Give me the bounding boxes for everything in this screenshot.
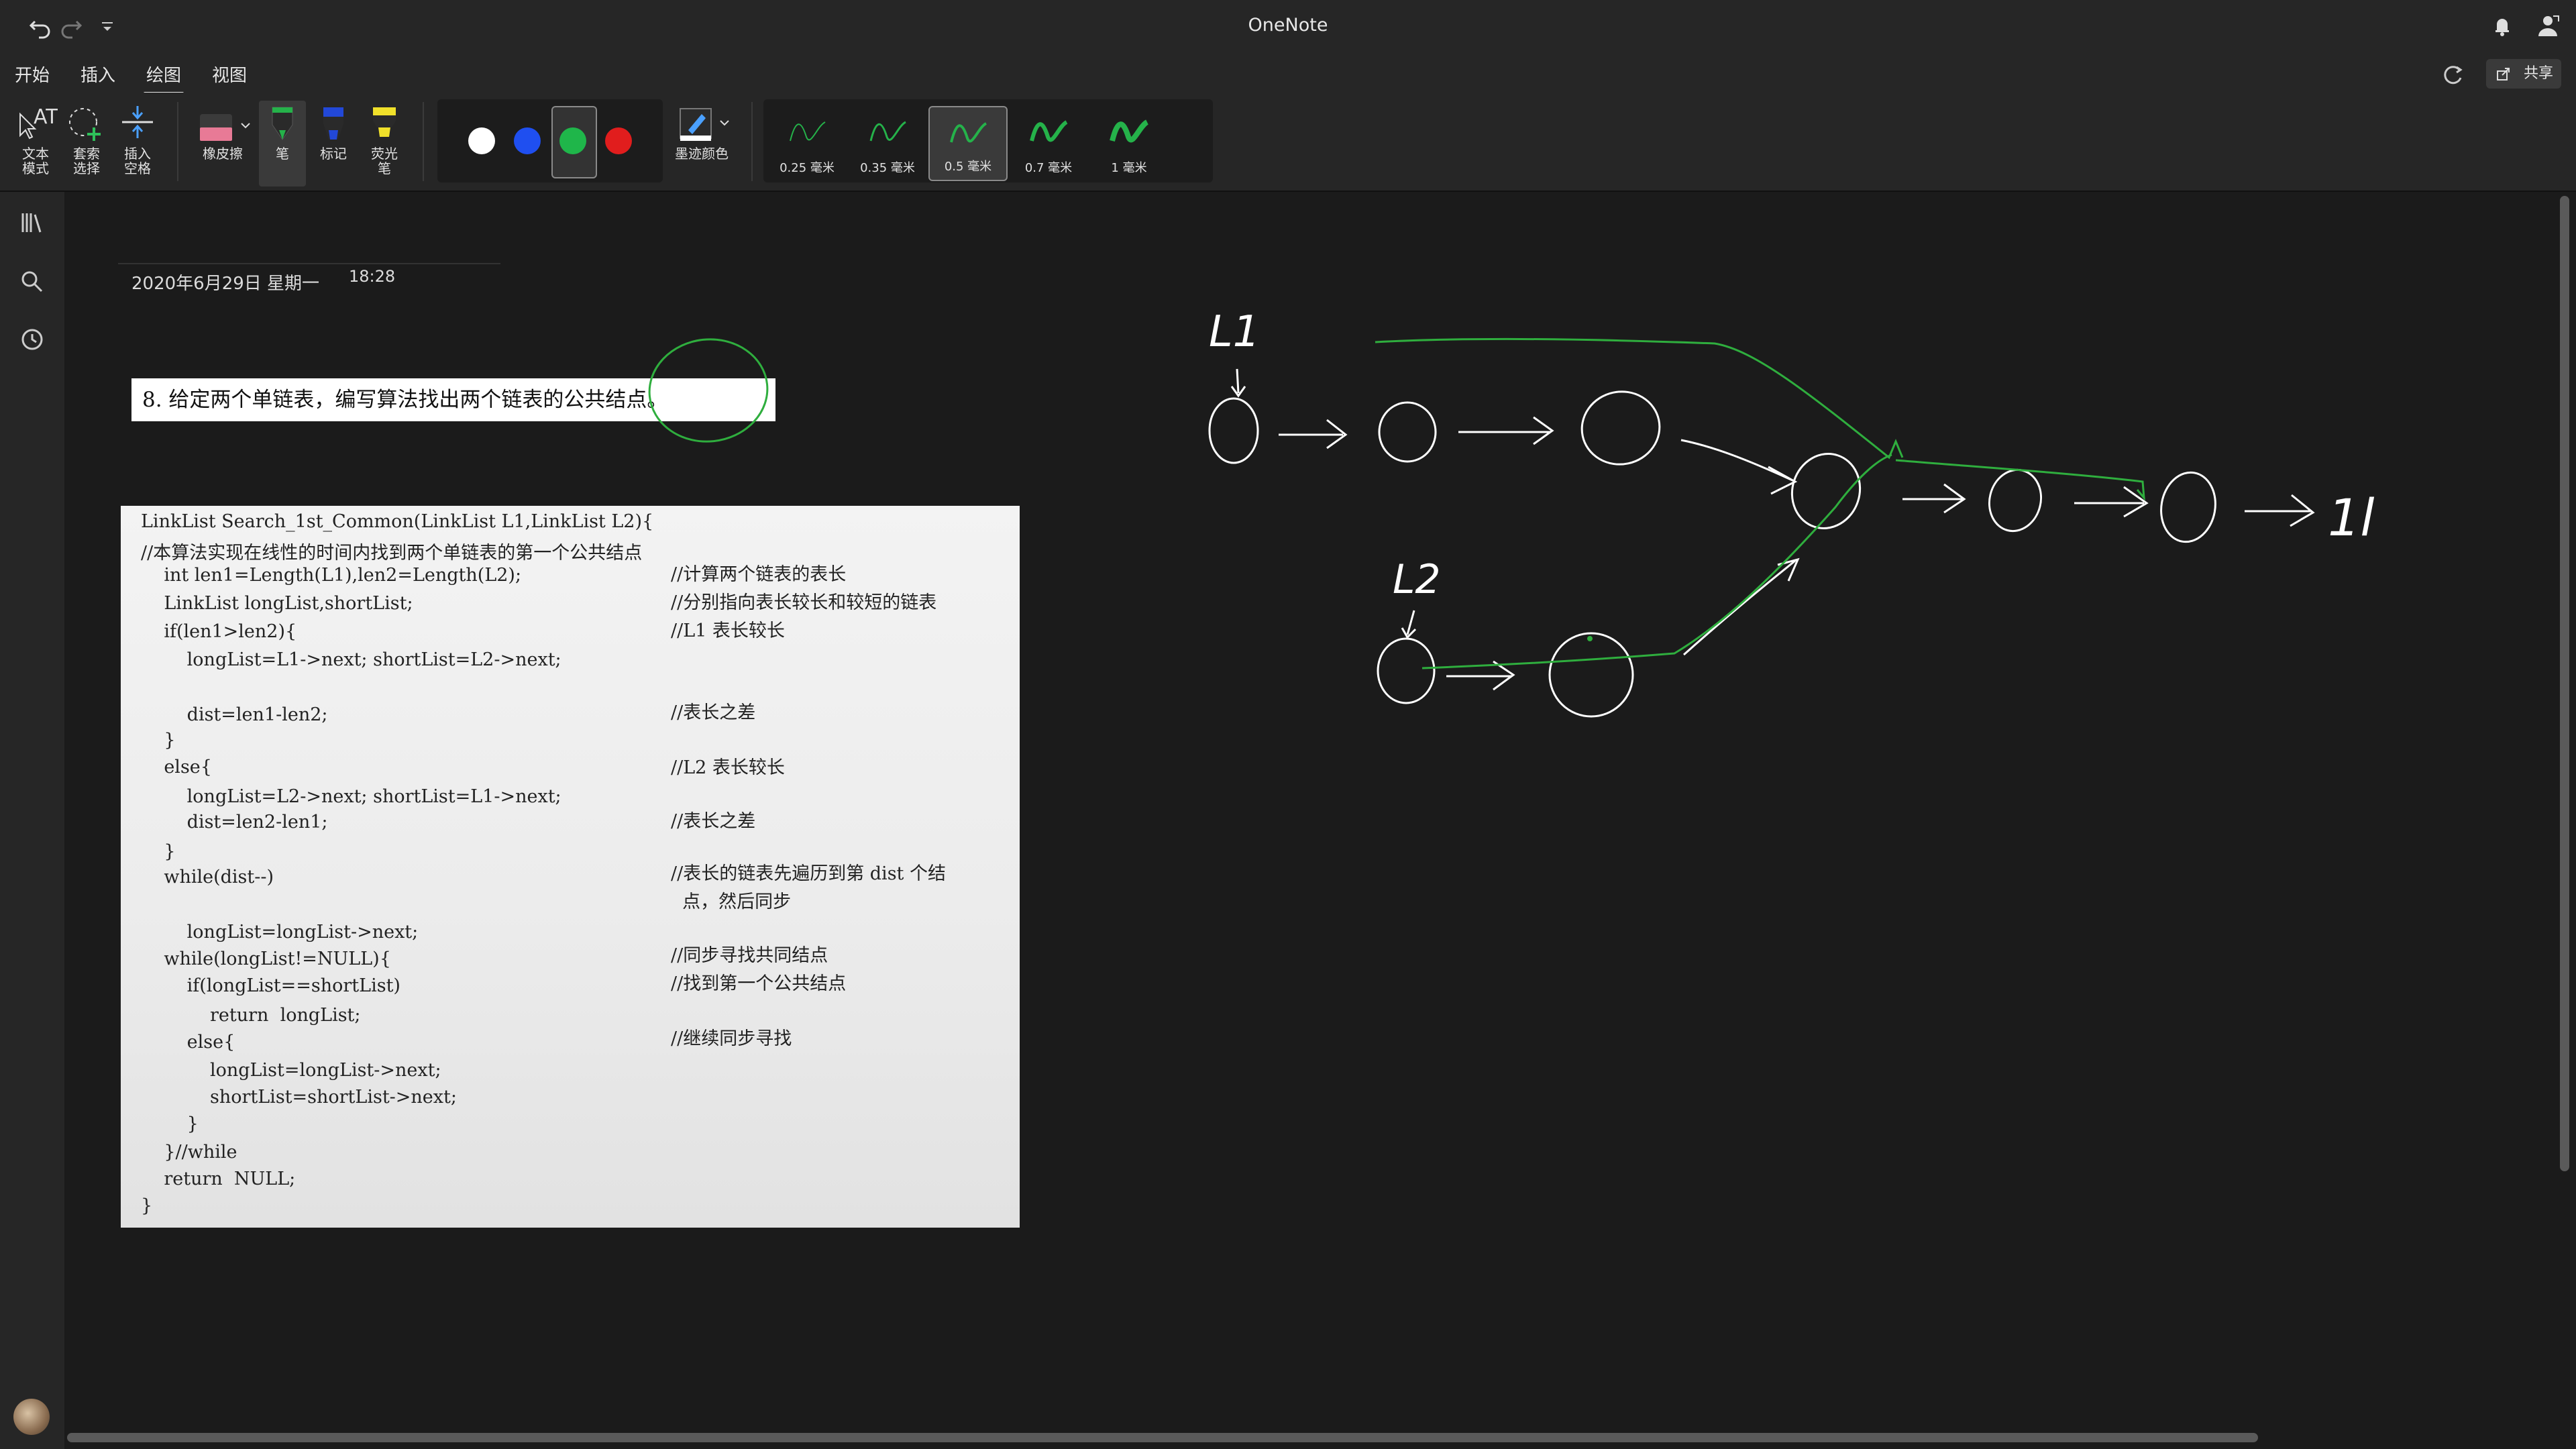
pen-icon (272, 107, 293, 140)
marker-button[interactable]: 标记 (310, 101, 357, 186)
thickness-palette: 0.25 毫米 0.35 毫米 0.5 毫米 0.7 毫米 1 毫米 (763, 99, 1213, 182)
color-red[interactable] (605, 127, 632, 154)
ink-node (2160, 471, 2216, 543)
eraser-button[interactable]: 橡皮擦 (192, 101, 254, 186)
ribbon-divider (751, 102, 753, 181)
ribbon-divider (177, 102, 178, 181)
insert-space-button[interactable]: 插入 空格 (114, 101, 161, 186)
squiggle-icon (1110, 119, 1149, 143)
ribbon-tab-bar: 开始 插入 绘图 视图 共享 (0, 51, 2576, 95)
note-canvas[interactable]: 2020年6月29日 星期一 18:28 8. 给定两个单链表，编写算法找出两个… (64, 192, 2576, 1449)
ribbon-divider (423, 102, 424, 181)
ink-color-icon (680, 108, 729, 141)
color-blue[interactable] (514, 127, 541, 154)
tab-view[interactable]: 视图 (212, 62, 247, 87)
ink-green-path-shared (1895, 459, 2145, 501)
thickness-label: 0.5 毫米 (944, 160, 992, 174)
ink-arrow (2074, 486, 2149, 518)
ink-arrow (2245, 494, 2315, 527)
insert-space-label: 插入 空格 (124, 146, 151, 176)
text-mode-icon: AT (19, 105, 58, 140)
thickness-label: 0.7 毫米 (1024, 161, 1073, 175)
ink-node (1548, 632, 1634, 718)
ink-node (1580, 390, 1661, 466)
ink-null-label: 1l (2328, 488, 2374, 547)
squiggle-icon (869, 121, 906, 142)
tab-insert[interactable]: 插入 (80, 62, 115, 87)
bell-icon[interactable] (2487, 11, 2517, 40)
text-mode-label: 文本 模式 (22, 146, 49, 176)
highlighter-button[interactable]: 荧光 笔 (361, 101, 408, 186)
highlighter-label: 荧光 笔 (371, 146, 398, 176)
notebooks-icon[interactable] (16, 207, 48, 239)
ink-color-button[interactable]: 墨迹颜色 (668, 101, 735, 186)
share-icon (2497, 68, 2510, 80)
thickness-05[interactable]: 0.5 毫米 (928, 106, 1008, 181)
highlighter-icon (373, 107, 396, 137)
thickness-1[interactable]: 1 毫米 (1089, 106, 1169, 181)
thickness-label: 0.25 毫米 (780, 161, 835, 175)
ink-arrow (1458, 416, 1554, 445)
ink-node (1988, 468, 2043, 533)
app-title: OneNote (1248, 15, 1328, 36)
ink-arrow (1680, 439, 1798, 495)
ink-node (1790, 453, 1862, 529)
marker-icon (323, 107, 343, 140)
squiggle-icon (790, 121, 826, 142)
ink-color-label: 墨迹颜色 (675, 146, 729, 162)
color-green[interactable] (559, 127, 586, 154)
lasso-select-button[interactable]: 套索 选择 (63, 101, 110, 186)
user-avatar[interactable] (13, 1399, 50, 1435)
draw-ribbon: AT 文本 模式 套索 选择 插入 空格 橡皮擦 笔 标记 荧光 笔 墨迹颜色 … (0, 93, 2576, 192)
search-icon[interactable] (16, 266, 48, 298)
pen-button[interactable]: 笔 (259, 101, 306, 186)
svg-text:AT: AT (34, 105, 58, 129)
navigation-sidebar (0, 192, 64, 1449)
ink-green-path-l2 (1421, 453, 1892, 669)
thickness-07[interactable]: 0.7 毫米 (1009, 106, 1088, 181)
tab-draw[interactable]: 绘图 (143, 62, 184, 95)
insert-space-icon (122, 106, 153, 138)
squiggle-icon (1030, 120, 1068, 142)
recent-clock-icon[interactable] (16, 323, 48, 356)
squiggle-icon (950, 122, 987, 143)
pen-label: 笔 (276, 146, 289, 162)
ink-highlight-circle (648, 338, 769, 443)
thickness-label: 1 毫米 (1111, 161, 1147, 175)
ink-green-path-l1 (1375, 338, 1904, 460)
vertical-scrollbar[interactable] (2560, 196, 2569, 1171)
color-palette (437, 99, 663, 182)
thickness-035[interactable]: 0.35 毫米 (848, 106, 927, 181)
lasso-label: 套索 选择 (73, 146, 100, 176)
ink-node (1377, 637, 1436, 704)
thickness-label: 0.35 毫米 (860, 161, 915, 175)
share-button[interactable]: 共享 (2486, 59, 2561, 89)
ink-node (1378, 401, 1437, 463)
ink-arrow (1902, 483, 1966, 514)
horizontal-scrollbar[interactable] (67, 1433, 2258, 1442)
ink-arrow (1279, 419, 1348, 449)
eraser-icon (200, 114, 250, 141)
ink-layer: L1 1l L2 (648, 307, 2374, 718)
ink-node (1208, 397, 1259, 464)
ink-arrow (1683, 557, 1800, 656)
text-mode-button[interactable]: AT 文本 模式 (12, 101, 59, 186)
marker-label: 标记 (320, 146, 347, 162)
tab-home[interactable]: 开始 (15, 62, 50, 87)
ink-label-l2: L2 (1393, 556, 1441, 603)
title-bar: OneNote (0, 0, 2576, 52)
lasso-icon (69, 108, 101, 141)
share-label: 共享 (2523, 65, 2553, 82)
eraser-label: 橡皮擦 (203, 146, 243, 162)
account-icon[interactable] (2533, 11, 2563, 40)
sync-icon[interactable] (2438, 59, 2467, 89)
thickness-025[interactable]: 0.25 毫米 (767, 106, 847, 181)
ink-label-l1: L1 (1209, 307, 1260, 357)
color-white[interactable] (468, 127, 495, 154)
